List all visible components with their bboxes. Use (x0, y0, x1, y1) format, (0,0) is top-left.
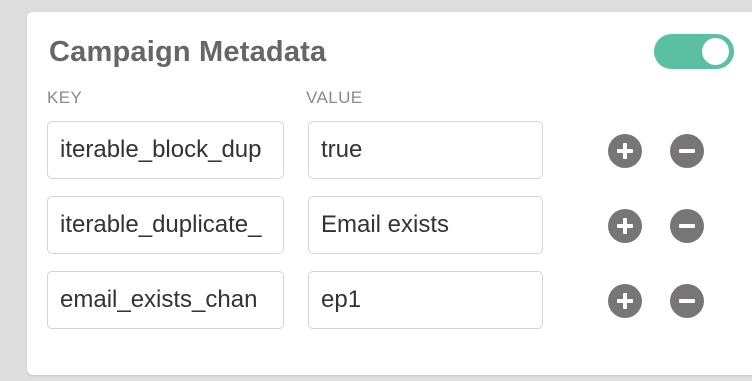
campaign-metadata-panel: Campaign Metadata KEY VALUE (27, 12, 752, 375)
key-input[interactable] (47, 121, 284, 179)
page: Campaign Metadata KEY VALUE (0, 0, 752, 381)
remove-row-button[interactable] (670, 134, 704, 168)
value-column-header: VALUE (306, 88, 363, 107)
toggle-knob (702, 38, 729, 65)
key-column-header: KEY (47, 88, 83, 107)
metadata-row (47, 121, 747, 183)
metadata-row (47, 196, 747, 258)
add-row-button[interactable] (608, 284, 642, 318)
value-input[interactable] (308, 121, 543, 179)
remove-row-button[interactable] (670, 209, 704, 243)
metadata-row (47, 271, 747, 333)
key-input[interactable] (47, 271, 284, 329)
add-row-button[interactable] (608, 209, 642, 243)
value-input[interactable] (308, 196, 543, 254)
metadata-toggle[interactable] (654, 34, 734, 69)
key-input[interactable] (47, 196, 284, 254)
panel-title: Campaign Metadata (49, 36, 327, 68)
add-row-button[interactable] (608, 134, 642, 168)
remove-row-button[interactable] (670, 284, 704, 318)
value-input[interactable] (308, 271, 543, 329)
